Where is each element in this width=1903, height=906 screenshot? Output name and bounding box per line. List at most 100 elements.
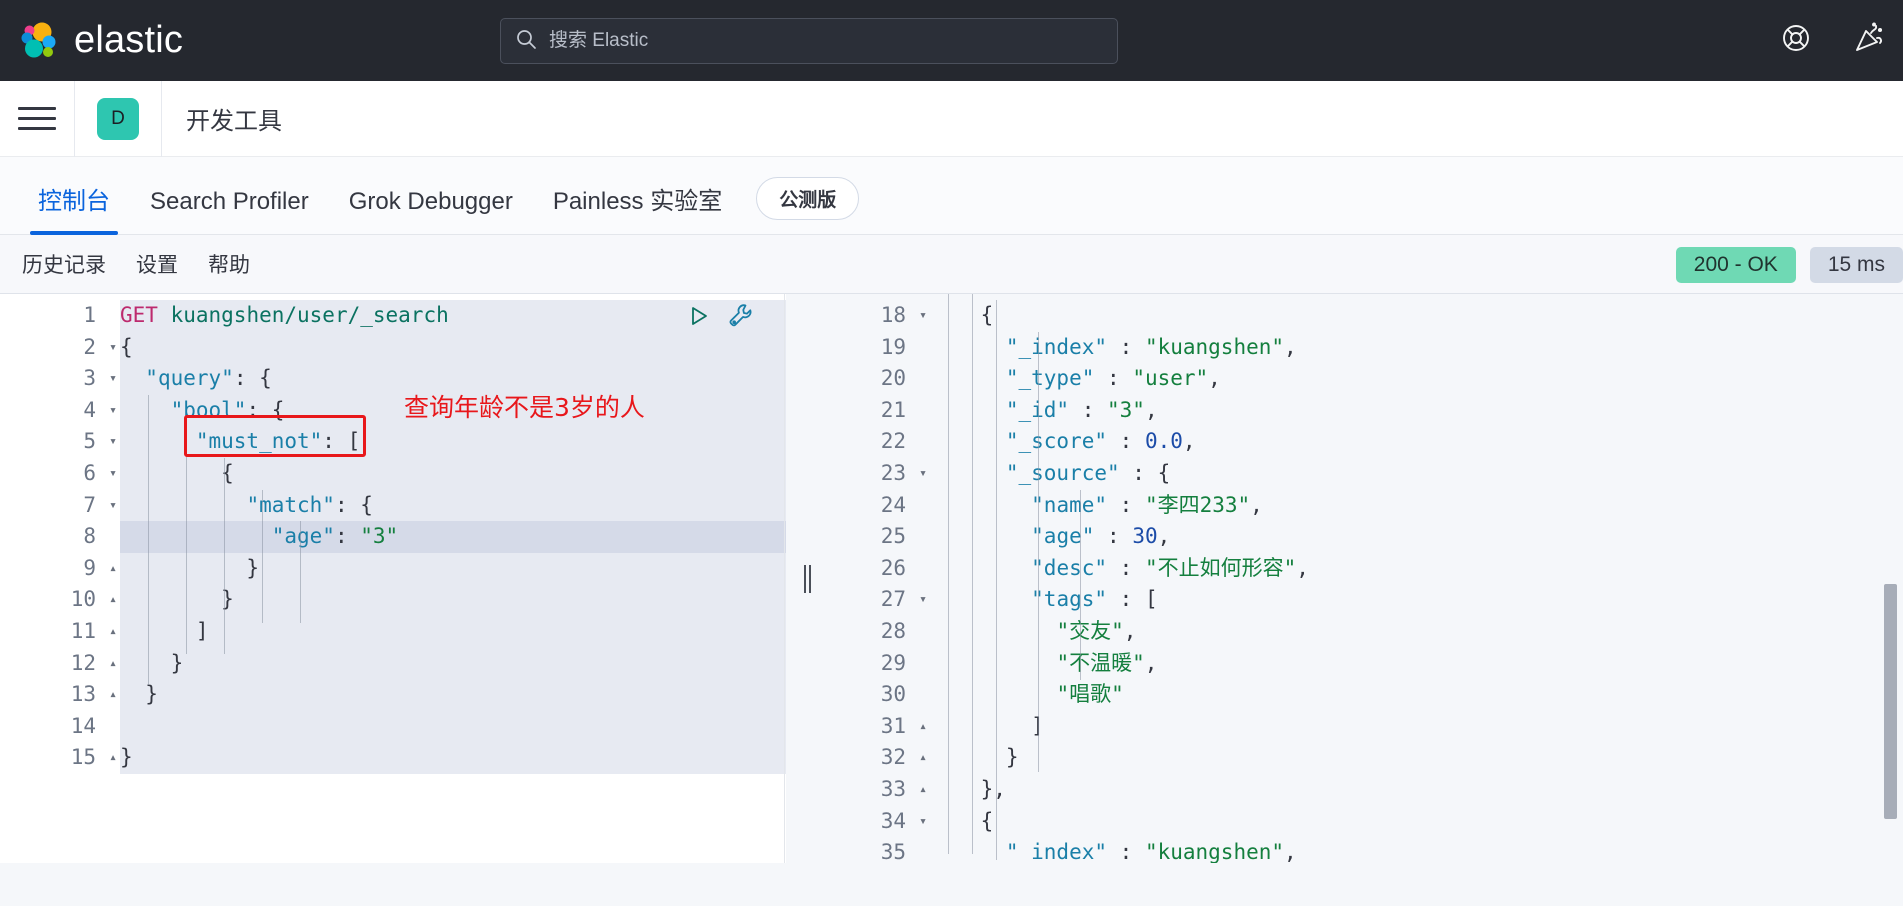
code-token: "3" [1107,397,1145,422]
hamburger-menu-icon[interactable] [18,104,56,134]
fold-down-icon[interactable]: ▾ [106,363,120,395]
code-line[interactable]: "唱歌" [930,679,1903,711]
fold-down-icon[interactable]: ▾ [916,458,930,490]
history-button[interactable]: 历史记录 [22,249,106,279]
response-code[interactable]: { "_index" : "kuangshen", "_type" : "use… [930,294,1903,863]
pane-border [784,294,785,863]
code-line[interactable]: ] [120,615,786,648]
fold-down-icon[interactable]: ▾ [916,806,930,838]
code-line[interactable]: "_type" : "user", [930,363,1903,395]
code-line[interactable]: { [930,300,1903,332]
fold-up-icon[interactable]: ▴ [106,553,120,585]
code-line[interactable]: "match": { [120,489,786,522]
code-line[interactable]: "_id" : "3", [930,395,1903,427]
space-avatar[interactable]: D [97,97,139,140]
code-line[interactable]: "不温暖", [930,648,1903,680]
line-number: 25 [880,524,906,549]
fold-up-icon[interactable]: ▴ [106,584,120,616]
tab-grok-debugger[interactable]: Grok Debugger [329,188,533,234]
fold-up-icon[interactable]: ▴ [916,774,930,806]
fold-down-icon[interactable]: ▾ [916,300,930,332]
code-line[interactable]: "_source" : { [930,458,1903,490]
global-search[interactable] [500,18,1118,64]
line-number: 21 [880,397,906,422]
code-token: "_source" [1005,460,1120,485]
code-line[interactable]: } [120,647,786,680]
code-token: "desc" [1031,555,1108,580]
code-token: : [1107,555,1145,580]
code-line[interactable]: "_index" : "kuangshen", [930,332,1903,364]
code-line[interactable]: "name" : "李四233", [930,490,1903,522]
brand-home-link[interactable]: elastic [0,19,183,63]
line-number: 4 ▾ [0,395,117,427]
fold-down-icon[interactable]: ▾ [916,584,930,616]
settings-button[interactable]: 设置 [136,249,178,279]
pane-splitter-handle[interactable] [786,294,828,863]
fold-down-icon[interactable]: ▾ [106,395,120,427]
code-line[interactable]: "交友", [930,616,1903,648]
fold-down-icon[interactable]: ▾ [106,426,120,458]
tab-search-profiler[interactable]: Search Profiler [130,188,329,234]
code-line[interactable]: "age" : 30, [930,521,1903,553]
code-line[interactable]: } [930,742,1903,774]
tab-painless-lab[interactable]: Painless 实验室 [533,181,742,234]
code-token: } [120,745,133,770]
fold-up-icon[interactable]: ▴ [916,742,930,774]
code-token: : { [334,492,373,517]
response-viewer[interactable]: 18 ▾ 19 20 21 22 23 ▾ 24 25 26 27 ▾ 28 29 30 31 ▴ 32 ▴ 33 ▴ 34… [828,294,1903,863]
code-token: "kuangshen" [1144,334,1285,359]
code-token: "user" [1132,366,1209,391]
code-token: "name" [1031,492,1108,517]
line-number: 28 [880,618,906,643]
line-number: 29 [880,650,906,675]
code-line[interactable]: } [120,742,786,774]
line-number: 18 ▾ [828,300,927,332]
fold-down-icon[interactable]: ▾ [106,458,120,490]
fold-up-icon[interactable]: ▴ [106,616,120,648]
code-line[interactable]: } [120,552,786,585]
code-line[interactable]: "age": "3" [120,521,786,553]
help-lifebuoy-icon[interactable] [1781,23,1811,58]
code-token: GET [120,303,158,327]
code-line[interactable]: ] [930,711,1903,743]
fold-up-icon[interactable]: ▴ [106,679,120,711]
announcement-confetti-icon[interactable] [1853,22,1885,59]
code-token: "唱歌" [1056,682,1124,707]
code-line[interactable]: "_score" : 0.0, [930,426,1903,458]
line-number: 22 [880,429,906,454]
fold-down-icon[interactable]: ▾ [106,332,120,364]
response-vertical-scrollbar[interactable] [1884,584,1897,819]
code-line[interactable]: } [120,679,786,711]
code-line[interactable] [120,710,786,743]
request-code[interactable]: GET kuangshen/user/_search{ "query": { "… [120,294,786,863]
code-line[interactable]: { [120,331,786,364]
code-line[interactable]: { [930,806,1903,838]
request-editor[interactable]: 1 2 ▾ 3 ▾ 4 ▾ 5 ▾ 6 ▾ 7 ▾ 8 9 ▴ 10 ▴ 11 ▴ 12 ▴ 13 ▴ 14 15 ▴ GET ku… [0,294,786,863]
tab-console[interactable]: 控制台 [18,181,130,235]
code-line[interactable]: { [120,457,786,490]
fold-up-icon[interactable]: ▴ [106,742,120,774]
fold-down-icon[interactable]: ▾ [106,490,120,522]
line-number: 9 ▴ [0,553,117,585]
code-line[interactable]: "tags" : [ [930,584,1903,616]
play-triangle-icon[interactable] [685,303,711,334]
indent-guide [1038,332,1039,772]
beta-badge[interactable]: 公测版 [756,177,860,220]
code-line[interactable]: "_index" : "kuangshen", [930,837,1903,863]
search-input[interactable] [549,30,1103,52]
code-token: "_index" [1005,334,1108,359]
line-number: 8 [83,524,96,549]
fold-up-icon[interactable]: ▴ [916,711,930,743]
fold-up-icon[interactable]: ▴ [106,648,120,680]
help-button[interactable]: 帮助 [208,249,250,279]
code-line[interactable]: }, [930,774,1903,806]
code-token: "_index" [1005,840,1108,863]
code-token: "kuangshen" [1144,840,1285,863]
code-token: "tags" [1031,587,1108,612]
code-line[interactable]: "desc" : "不止如何形容", [930,553,1903,585]
request-actions [685,302,754,334]
wrench-icon[interactable] [727,302,754,334]
code-token: : [ [1107,587,1158,612]
code-line[interactable]: } [120,584,786,616]
